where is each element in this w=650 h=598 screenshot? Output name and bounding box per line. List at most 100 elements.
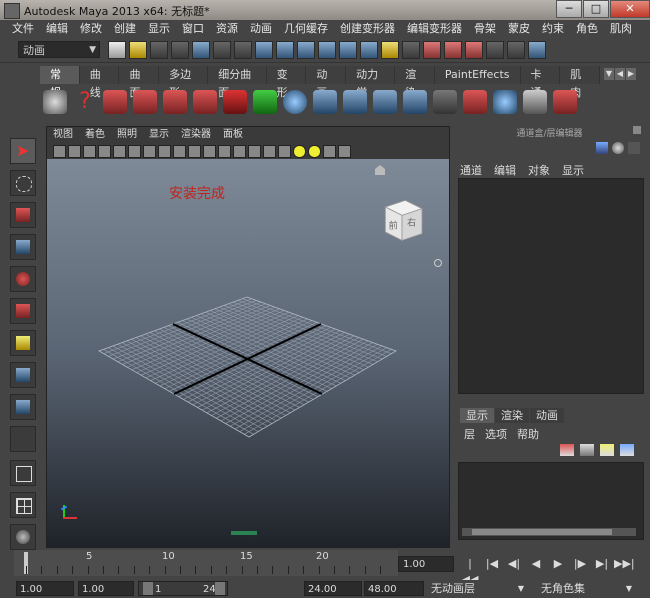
shelf-tab-rendering[interactable]: 渲染	[395, 66, 435, 99]
layer-menu-options[interactable]: 选项	[485, 426, 507, 442]
hierarchy-2-icon[interactable]	[343, 90, 367, 114]
paint-select-tool[interactable]	[10, 202, 36, 228]
current-time-field[interactable]: 1.00	[398, 556, 454, 572]
last-tool[interactable]	[10, 394, 36, 420]
step-back-frame-icon[interactable]: |◀	[482, 556, 502, 572]
character-set-dropdown[interactable]: 无角色集 ▼	[538, 581, 636, 596]
layer-horizontal-scrollbar[interactable]	[462, 528, 636, 536]
graph-editor-icon[interactable]	[433, 90, 457, 114]
snap-grid-icon[interactable]	[255, 41, 273, 59]
panel-float-icon[interactable]	[633, 126, 641, 134]
layer-move-icon[interactable]	[620, 444, 634, 456]
menu-skin[interactable]: 蒙皮	[508, 20, 530, 38]
shelf-tool-4-icon[interactable]	[193, 90, 217, 114]
menu-modify[interactable]: 修改	[80, 20, 102, 38]
paint-brush-icon[interactable]	[553, 90, 577, 114]
shelf-tool-3-icon[interactable]	[163, 90, 187, 114]
menu-animate[interactable]: 动画	[250, 20, 272, 38]
layer-add-icon[interactable]	[600, 444, 614, 456]
step-forward-frame-icon[interactable]: ▶|	[592, 556, 612, 572]
channel-box-toggle-icon[interactable]	[596, 142, 608, 154]
menu-geometry-cache[interactable]: 几何缓存	[284, 20, 328, 38]
make-live-icon[interactable]	[339, 41, 357, 59]
shelf-tool-5-icon[interactable]	[223, 90, 247, 114]
close-button[interactable]: ✕	[610, 0, 650, 18]
lock-icon[interactable]	[381, 41, 399, 59]
open-scene-icon[interactable]	[129, 41, 147, 59]
isolate-select-icon[interactable]	[338, 145, 351, 158]
view-cube[interactable]: 前 右	[377, 197, 427, 247]
select-hierarchy-icon[interactable]	[171, 41, 189, 59]
safe-title-icon[interactable]	[218, 145, 231, 158]
save-scene-icon[interactable]	[150, 41, 168, 59]
outliner-layout[interactable]	[10, 524, 36, 550]
go-to-end-icon[interactable]: ▶▶|	[614, 556, 635, 572]
shelf-tool-2-icon[interactable]	[133, 90, 157, 114]
camera-attributes-icon[interactable]	[68, 145, 81, 158]
shadows-icon[interactable]	[308, 145, 321, 158]
menu-display[interactable]: 显示	[148, 20, 170, 38]
shelf-tool-7-icon[interactable]	[493, 90, 517, 114]
layer-tab-animation[interactable]: 动画	[530, 408, 564, 423]
movie-reel-icon[interactable]	[43, 90, 67, 114]
gate-mask-icon[interactable]	[173, 145, 186, 158]
2d-pan-zoom-icon[interactable]	[113, 145, 126, 158]
camera-select-icon[interactable]	[53, 145, 66, 158]
lasso-tool[interactable]	[10, 170, 36, 196]
menu-muscle[interactable]: 肌肉	[610, 20, 632, 38]
snap-curve-icon[interactable]	[276, 41, 294, 59]
shelf-tab-deformation[interactable]: 变形	[266, 66, 307, 99]
shelf-tab-toon[interactable]: 卡通	[520, 66, 561, 99]
history-icon[interactable]	[360, 41, 378, 59]
tool-settings-toggle-icon[interactable]	[628, 142, 640, 154]
menu-create-deformers[interactable]: 创建变形器	[340, 20, 395, 38]
single-perspective-layout[interactable]	[10, 460, 36, 486]
new-layer-selected-icon[interactable]	[560, 444, 574, 456]
menu-constrain[interactable]: 约束	[542, 20, 564, 38]
new-layer-icon[interactable]	[580, 444, 594, 456]
select-object-icon[interactable]	[192, 41, 210, 59]
cb-menu-object[interactable]: 对象	[528, 162, 550, 178]
move-tool[interactable]	[10, 234, 36, 260]
vp-menu-shading[interactable]: 着色	[85, 127, 105, 142]
pick-mask-icon[interactable]	[234, 41, 252, 59]
hierarchy-1-icon[interactable]	[313, 90, 337, 114]
snap-point-icon[interactable]	[297, 41, 315, 59]
film-gate-icon[interactable]	[143, 145, 156, 158]
ipr-render-icon[interactable]	[444, 41, 462, 59]
play-forwards-icon[interactable]: ▶	[548, 556, 568, 572]
select-tool[interactable]: ➤	[10, 138, 36, 164]
range-slider[interactable]: 1 24	[138, 581, 228, 596]
maximize-button[interactable]: □	[583, 0, 609, 18]
playback-end-field[interactable]: 24.00	[304, 581, 362, 596]
textured-icon[interactable]	[278, 145, 291, 158]
channel-box-area[interactable]	[458, 178, 644, 394]
layer-tab-display[interactable]: 显示	[460, 408, 494, 423]
menu-edit[interactable]: 编辑	[46, 20, 68, 38]
menu-set-dropdown[interactable]: 动画 ▼	[18, 41, 100, 58]
shelf-tool-8-icon[interactable]	[523, 90, 547, 114]
image-plane-icon[interactable]	[98, 145, 111, 158]
safe-action-icon[interactable]	[203, 145, 216, 158]
perspective-viewport[interactable]: 安装完成 前 右	[47, 159, 449, 547]
smooth-shade-icon[interactable]	[248, 145, 261, 158]
end-time-field[interactable]: 48.00	[364, 581, 424, 596]
menu-assets[interactable]: 资源	[216, 20, 238, 38]
wireframe-icon[interactable]	[233, 145, 246, 158]
menu-character[interactable]: 角色	[576, 20, 598, 38]
xray-icon[interactable]	[323, 145, 336, 158]
select-component-icon[interactable]	[213, 41, 231, 59]
shelf-tab-dynamics[interactable]: 动力学	[346, 66, 396, 99]
anim-layer-dropdown[interactable]: 无动画层 ▼	[428, 581, 528, 596]
input-output-icon[interactable]	[402, 41, 420, 59]
new-scene-icon[interactable]	[108, 41, 126, 59]
bookmarks-icon[interactable]	[83, 145, 96, 158]
step-forward-key-icon[interactable]: |▶	[570, 556, 590, 572]
use-all-lights-icon[interactable]	[293, 145, 306, 158]
hierarchy-3-icon[interactable]	[373, 90, 397, 114]
shelf-tab-painteffects[interactable]: PaintEffects	[434, 66, 521, 84]
cb-menu-channels[interactable]: 通道	[460, 162, 482, 178]
hierarchy-4-icon[interactable]	[403, 90, 427, 114]
range-start-handle[interactable]	[143, 582, 153, 595]
step-back-key-icon[interactable]: ◀|	[504, 556, 524, 572]
